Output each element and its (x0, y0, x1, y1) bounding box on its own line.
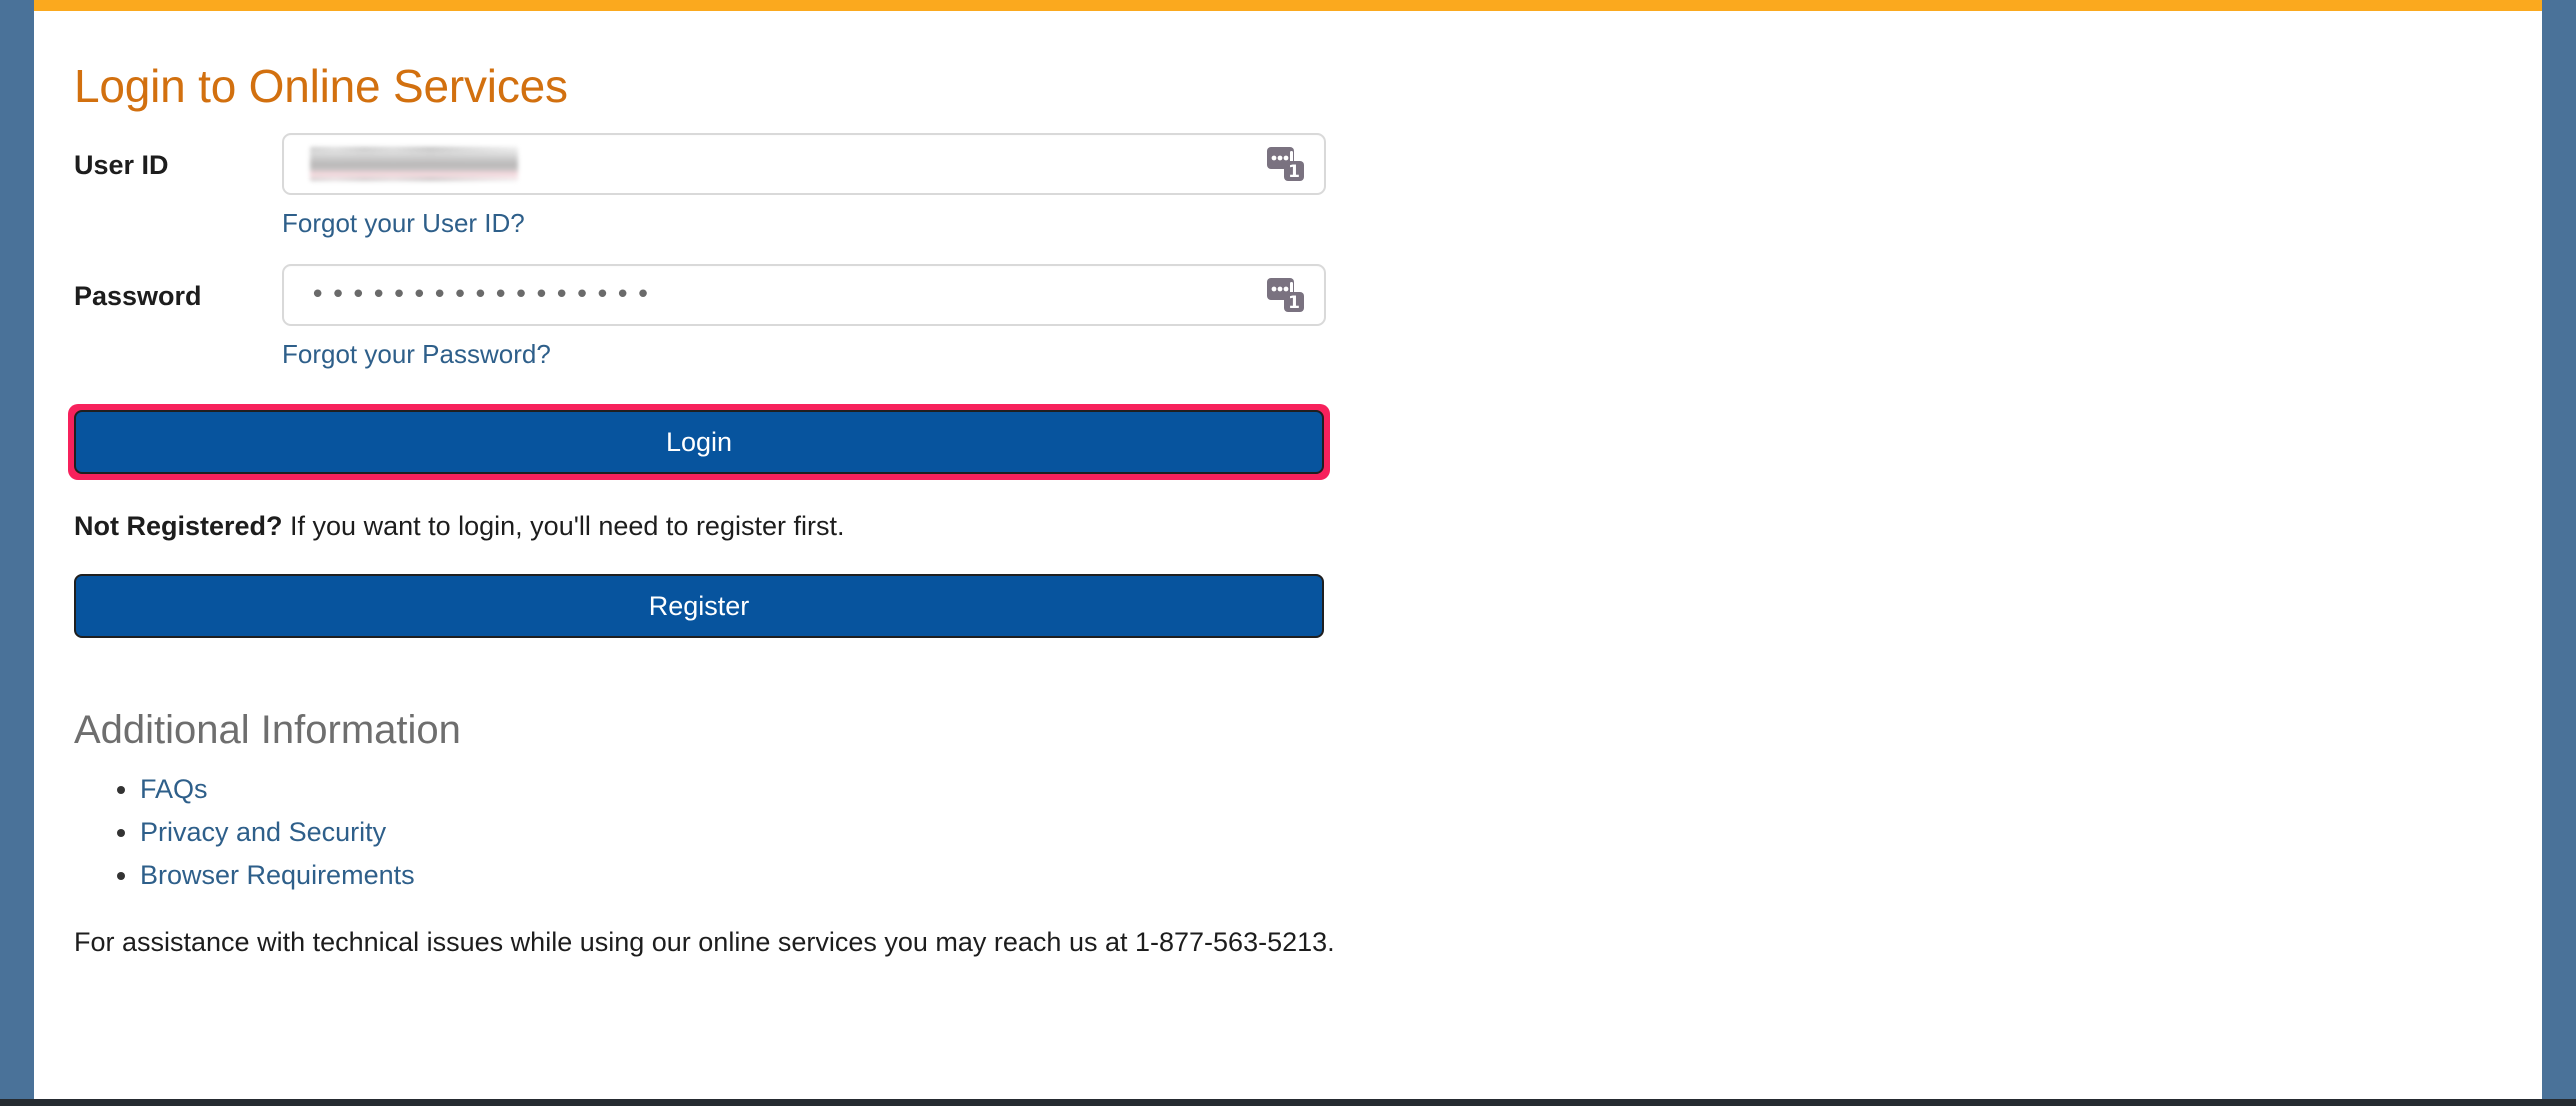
bottom-border (0, 1099, 2576, 1106)
user-id-label: User ID (74, 150, 169, 180)
password-label: Password (74, 280, 202, 311)
register-button[interactable]: Register (74, 573, 1324, 638)
additional-information-heading: Additional Information (74, 707, 461, 752)
list-item: Privacy and Security (140, 817, 2542, 848)
privacy-and-security-link[interactable]: Privacy and Security (140, 817, 386, 847)
list-item: FAQs (140, 774, 2542, 805)
password-masked-value: ••••••••••••••••• (310, 279, 656, 310)
content-area: Login to Online Services User ID 1 Forgo… (34, 11, 2542, 1099)
svg-text:1: 1 (1288, 293, 1300, 313)
password-input[interactable]: ••••••••••••••••• 1 (282, 263, 1326, 326)
svg-text:1: 1 (1288, 162, 1300, 182)
forgot-user-id-link[interactable]: Forgot your User ID? (282, 207, 525, 240)
page-title: Login to Online Services (74, 60, 568, 112)
left-edge-bar (0, 0, 34, 1106)
password-column: ••••••••••••••••• 1 Forgot your Password… (282, 263, 1326, 371)
user-id-input[interactable]: 1 (282, 133, 1326, 195)
top-accent-bar (34, 0, 2542, 11)
additional-information-links: FAQs Privacy and Security Browser Requir… (40, 774, 2542, 891)
not-registered-lead: Not Registered? (74, 511, 283, 541)
right-edge-bar (2542, 0, 2576, 1106)
login-page: Login to Online Services User ID 1 Forgo… (0, 0, 2576, 1106)
not-registered-rest: If you want to login, you'll need to reg… (282, 511, 845, 541)
autofill-icon[interactable]: 1 (1266, 275, 1308, 315)
user-id-row: User ID 1 Forgot your User ID? (74, 133, 2542, 240)
browser-requirements-link[interactable]: Browser Requirements (140, 860, 415, 890)
user-id-column: 1 Forgot your User ID? (282, 133, 1326, 240)
faqs-link[interactable]: FAQs (140, 774, 208, 804)
forgot-password-link[interactable]: Forgot your Password? (282, 338, 551, 371)
autofill-icon[interactable]: 1 (1266, 144, 1308, 184)
login-button-highlight: Login (68, 404, 1330, 480)
login-form: User ID 1 Forgot your User ID? Password … (40, 133, 2542, 370)
password-row: Password ••••••••••••••••• 1 Forgot your… (74, 263, 2542, 371)
list-item: Browser Requirements (140, 860, 2542, 891)
user-id-redacted-value (310, 147, 518, 181)
not-registered-text: Not Registered? If you want to login, yo… (74, 510, 2542, 544)
login-button[interactable]: Login (74, 410, 1324, 474)
assistance-text: For assistance with technical issues whi… (74, 926, 1335, 957)
